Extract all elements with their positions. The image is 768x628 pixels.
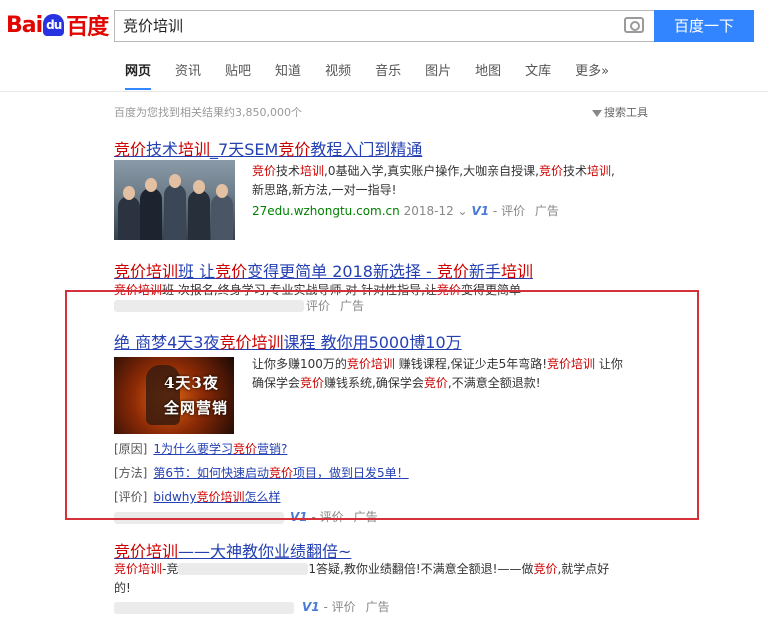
tab-maps[interactable]: 地图 xyxy=(475,62,501,90)
tab-images[interactable]: 图片 xyxy=(425,62,451,90)
search-tools-button[interactable]: 搜索工具 xyxy=(592,104,648,120)
v1-badge-icon[interactable]: V1 xyxy=(302,600,320,614)
search-input[interactable]: 竞价培训 xyxy=(114,10,654,42)
nav-tabs: 网页 资讯 贴吧 知道 视频 音乐 图片 地图 文库 更多» xyxy=(125,62,633,90)
result-1-title[interactable]: 竞价技术培训_7天SEM竞价教程入门到精通 xyxy=(114,136,422,160)
logo-paw-icon: du xyxy=(43,14,65,36)
tab-video[interactable]: 视频 xyxy=(325,62,351,90)
result-1-abstract: 竞价技术培训,0基础入学,真实账户操作,大咖亲自授课,竞价技术培训, 新思路,新… xyxy=(252,164,615,197)
result-1-ad-label: 广告 xyxy=(534,204,559,218)
result-1-thumbnail[interactable] xyxy=(114,160,235,240)
result-count: 百度为您找到相关结果约3,850,000个 xyxy=(114,106,302,119)
result-4-title[interactable]: 竞价培训——大神教你业绩翻倍~ xyxy=(114,538,351,562)
v1-badge-icon[interactable]: V1 xyxy=(471,204,489,218)
tab-music[interactable]: 音乐 xyxy=(375,62,401,90)
result-4-eval-link[interactable]: 评价 xyxy=(332,600,356,614)
result-1-eval-link[interactable]: 评价 xyxy=(501,204,525,218)
highlight-box xyxy=(65,290,699,520)
logo-text-cn: 百度 xyxy=(66,15,109,40)
result-2-title[interactable]: 竞价培训班 让竞价变得更简单 2018新选择 - 竞价新手培训 xyxy=(114,258,533,282)
blurred-url xyxy=(114,602,294,614)
caret-down-icon[interactable]: ⌄ xyxy=(458,204,468,218)
result-1-date: 2018-12 xyxy=(403,204,454,218)
tab-wenku[interactable]: 文库 xyxy=(525,62,551,90)
top-bar: Bai du 百度 竞价培训 百度一下 网页 资讯 贴吧 知道 视频 音乐 图片 地… xyxy=(0,0,768,92)
baidu-logo[interactable]: Bai du 百度 xyxy=(6,10,109,41)
search-tools-label: 搜索工具 xyxy=(604,106,648,119)
tab-more[interactable]: 更多» xyxy=(575,62,609,90)
result-4-ad-label: 广告 xyxy=(365,600,390,614)
funnel-icon xyxy=(592,109,602,117)
tab-zhidao[interactable]: 知道 xyxy=(275,62,301,90)
tab-news[interactable]: 资讯 xyxy=(175,62,201,90)
logo-text-bai: Bai xyxy=(6,12,43,38)
result-1-meta: 27edu.wzhongtu.com.cn 2018-12 ⌄ V1 - 评价 … xyxy=(252,204,559,218)
result-1-url[interactable]: 27edu.wzhongtu.com.cn xyxy=(252,204,400,218)
result-4-abstract: 竞价培训-竞 1答疑,教你业绩翻倍!不满意全额退!——做竞价,就学点好 的! xyxy=(114,562,610,595)
result-4-meta: V1 - 评价 广告 xyxy=(302,600,390,614)
camera-icon[interactable] xyxy=(624,17,644,33)
search-button[interactable]: 百度一下 xyxy=(654,10,754,42)
tab-web[interactable]: 网页 xyxy=(125,62,152,90)
tab-tieba[interactable]: 贴吧 xyxy=(225,62,251,90)
